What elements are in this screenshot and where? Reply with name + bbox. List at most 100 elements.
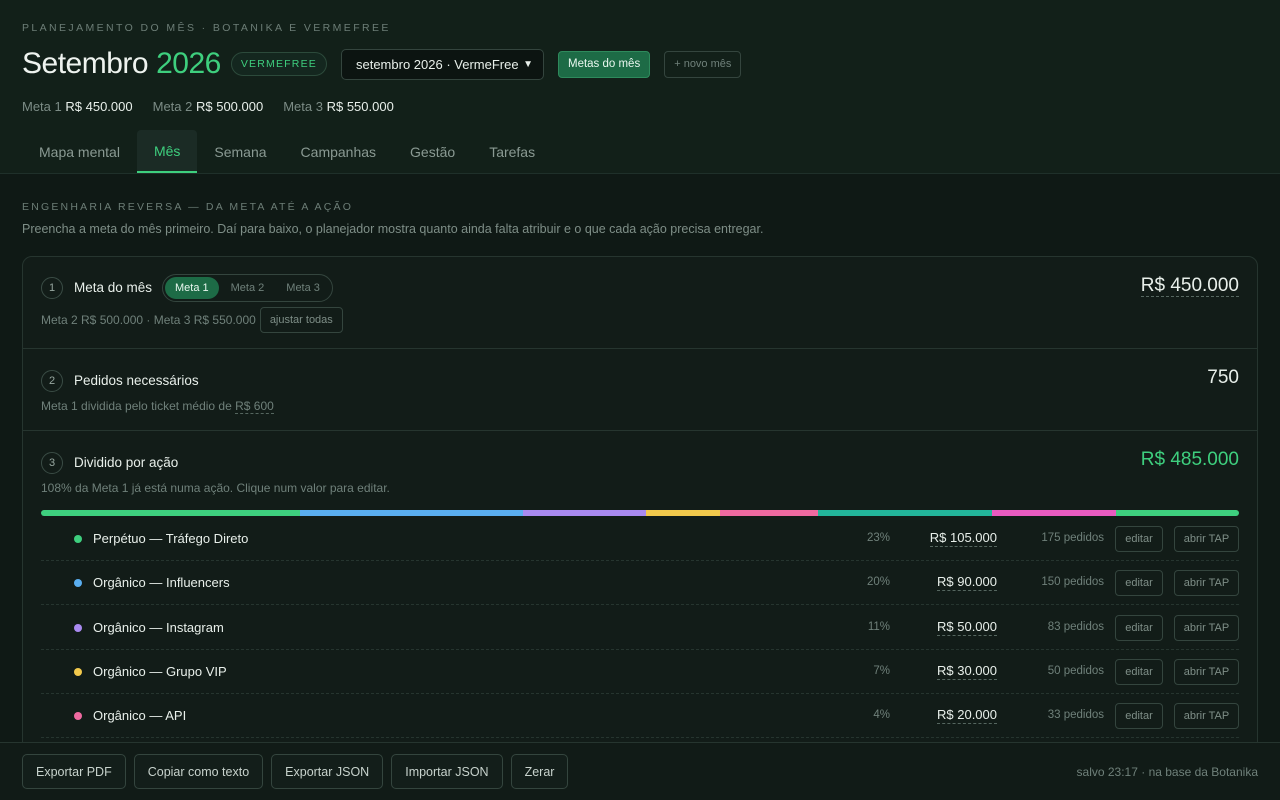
step-title: Meta do mês [74,280,153,295]
step-subtitle: Meta 2 R$ 500.000 · Meta 3 R$ 550.000 aj… [41,307,343,333]
meta-label: Meta 1 [22,99,62,114]
action-orders: 50 pedidos [1047,664,1104,677]
tab-mes[interactable]: Mês [136,130,198,173]
step-subtitle: Meta 1 dividida pelo ticket médio de R$ … [41,399,274,414]
action-percent: 20% [866,576,890,589]
export-json-button[interactable]: Exportar JSON [271,754,384,789]
seg-meta-3[interactable]: Meta 3 [276,277,330,299]
edit-button[interactable]: editar [1115,526,1163,552]
action-value-input[interactable]: R$ 90.000 [937,574,997,592]
meta-value-input[interactable]: R$ 450.000 [1140,275,1239,297]
step-title: Dividido por ação [74,455,179,470]
open-tap-button[interactable]: abrir TAP [1174,614,1239,641]
month-select[interactable]: setembro 2026 · VermeFree ▼ [340,48,544,80]
step-number: 3 [41,452,63,474]
allocation-segment [41,510,300,516]
action-row: Orgânico — Instagram 11% R$ 50.000 83 pedid… [41,606,1239,650]
edit-button[interactable]: editar [1115,614,1163,641]
meta-value: R$ 500.000 [195,99,264,114]
reset-button[interactable]: Zerar [510,754,569,789]
seg-meta-1[interactable]: Meta 1 [165,277,219,299]
open-tap-button[interactable]: abrir TAP [1174,703,1239,729]
action-row: Perpétuo — Tráfego Direto 23% R$ 105.000 17… [41,517,1239,561]
action-percent: 7% [873,664,890,677]
step-meta-do-mes: 1 Meta do mês Meta 1 Meta 2 Meta 3 Meta … [23,257,1257,349]
action-name: Perpétuo — Tráfego Direto [93,531,249,546]
tab-semana[interactable]: Semana [197,130,283,173]
ticket-medio-input[interactable]: R$ 600 [235,399,274,414]
action-name: Orgânico — Instagram [93,619,224,635]
page-title-year: 2026 [156,47,221,80]
edit-button[interactable]: editar [1115,570,1163,597]
step-number: 2 [41,370,63,392]
action-value-input[interactable]: R$ 30.000 [937,663,997,680]
action-value-input[interactable]: R$ 20.000 [937,707,997,724]
meta-label: Meta 3 [283,99,323,114]
open-tap-button[interactable]: abrir TAP [1174,526,1239,552]
action-name: Orgânico — Grupo VIP [93,663,227,679]
import-json-button[interactable]: Importar JSON [391,754,503,789]
tab-campanhas[interactable]: Campanhas [284,130,394,173]
meta-summary-1: Meta 1 R$ 450.000 [22,99,133,114]
action-value-input[interactable]: R$ 105.000 [929,530,997,547]
action-percent: 4% [873,709,890,721]
action-name: Orgânico — Influencers [93,575,230,591]
seg-meta-2[interactable]: Meta 2 [221,277,275,299]
allocation-segment [1115,510,1239,516]
adjust-all-button[interactable]: ajustar todas [259,307,343,333]
action-name: Orgânico — API [93,708,187,723]
meta-summary-3: Meta 3 R$ 550.000 [283,99,394,114]
copy-text-button[interactable]: Copiar como texto [133,754,264,789]
action-orders: 33 pedidos [1047,709,1104,721]
pedidos-value: 750 [1207,367,1239,388]
save-status: salvo 23:17 · na base da Botanika [1076,765,1258,779]
page-header: PLANEJAMENTO DO MÊS · BOTANIKA E VERMEFR… [0,0,1280,174]
action-color-dot [74,623,82,632]
allocation-segment [992,510,1116,516]
tab-mapa-mental[interactable]: Mapa mental [22,130,137,173]
chevron-down-icon: ▼ [523,58,533,70]
tab-bar: Mapa mental Mês Semana Campanhas Gestão … [22,130,552,174]
allocation-segment [299,510,523,516]
action-color-dot [74,712,82,720]
allocation-segment [818,510,993,516]
tab-gestao[interactable]: Gestão [393,130,472,173]
page-title-month: Setembro [22,47,149,80]
title-row: Setembro 2026 VERMEFREE setembro 2026 · … [22,46,742,82]
footer-actions: Exportar PDF Copiar como texto Exportar … [22,754,569,789]
action-row: Orgânico — Grupo VIP 7% R$ 30.000 50 pedido… [41,650,1239,694]
edit-button[interactable]: editar [1115,658,1163,685]
meta-value: R$ 550.000 [326,99,394,114]
new-month-button[interactable]: + novo mês [664,50,742,78]
action-orders: 150 pedidos [1041,576,1104,589]
action-orders: 83 pedidos [1047,620,1104,633]
step-subtitle: 108% da Meta 1 já está numa ação. Clique… [41,481,390,495]
edit-button[interactable]: editar [1115,703,1163,729]
step-title: Pedidos necessários [74,373,199,388]
open-tap-button[interactable]: abrir TAP [1174,658,1239,685]
ticket-prefix: Meta 1 dividida pelo ticket médio de [41,399,232,413]
dividido-total-value: R$ 485.000 [1140,449,1239,470]
export-pdf-button[interactable]: Exportar PDF [22,754,126,789]
month-select-value: setembro 2026 · VermeFree [355,56,519,72]
meta-segmented-control: Meta 1 Meta 2 Meta 3 [162,274,333,302]
allocation-bar [41,510,1239,516]
page-eyebrow: PLANEJAMENTO DO MÊS · BOTANIKA E VERMEFR… [22,22,391,34]
other-metas-text: Meta 2 R$ 500.000 · Meta 3 R$ 550.000 [41,313,256,327]
allocation-segment [645,510,721,516]
action-value-input[interactable]: R$ 50.000 [937,619,997,636]
tab-tarefas[interactable]: Tarefas [472,130,552,173]
action-row: Orgânico — Influencers 20% R$ 90.000 150 pe… [41,561,1239,606]
action-percent: 23% [866,532,890,544]
meta-label: Meta 2 [152,99,193,114]
brand-badge: VERMEFREE [230,52,327,76]
allocation-segment [720,510,819,516]
action-percent: 11% [867,620,890,633]
action-row: Orgânico — API 4% R$ 20.000 33 pedidos edita… [41,694,1239,738]
metas-button[interactable]: Metas do mês [557,50,651,78]
step-number: 1 [41,277,63,299]
section-eyebrow: ENGENHARIA REVERSA — DA META ATÉ A AÇÃO [22,201,354,213]
open-tap-button[interactable]: abrir TAP [1174,570,1239,597]
action-color-dot [74,535,82,543]
meta-value: R$ 450.000 [65,99,133,114]
